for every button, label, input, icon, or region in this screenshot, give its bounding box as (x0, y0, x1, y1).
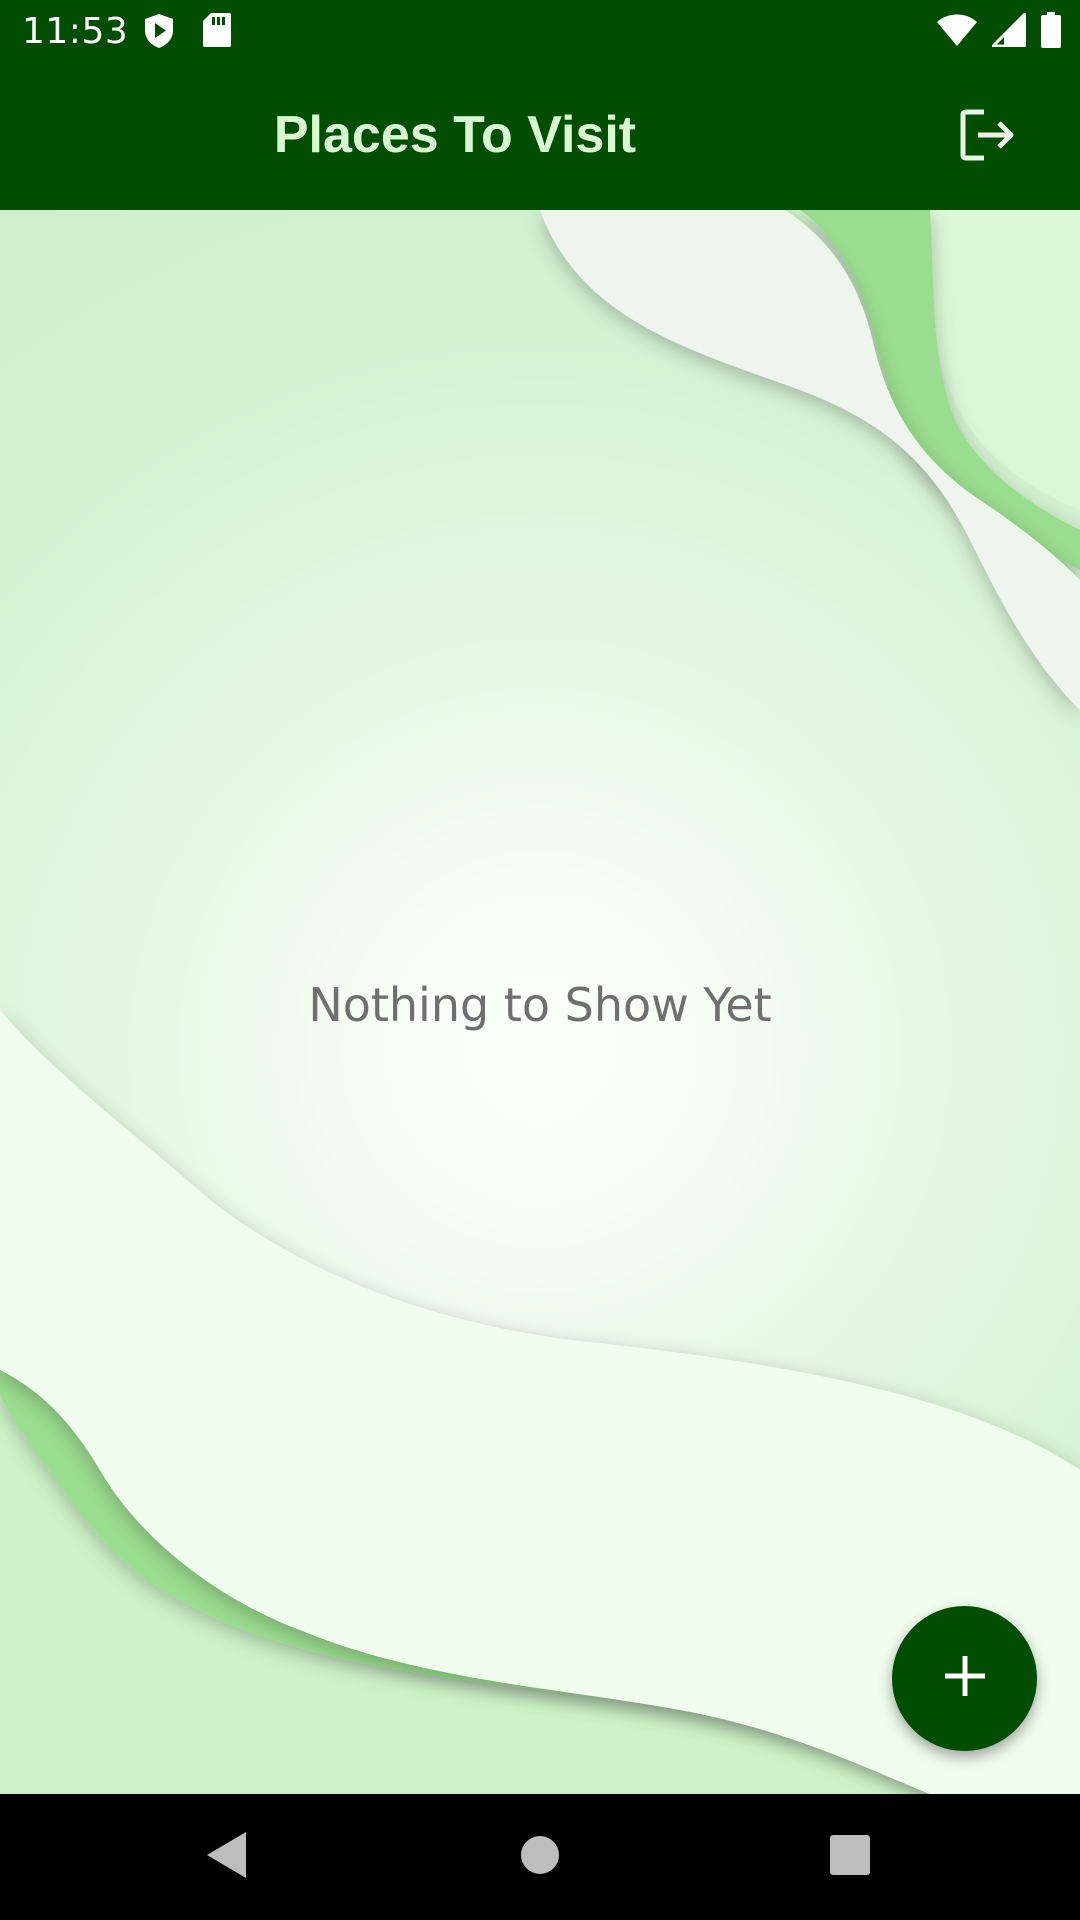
sd-card-icon (202, 12, 232, 55)
wifi-icon (936, 13, 978, 52)
plus-icon (943, 1654, 987, 1703)
logout-button[interactable] (956, 105, 1020, 169)
home-icon (519, 1834, 561, 1881)
recents-icon (829, 1834, 871, 1881)
shield-play-icon (142, 12, 176, 55)
empty-state-message: Nothing to Show Yet (308, 978, 772, 1032)
nav-back-button[interactable] (196, 1827, 256, 1887)
app-bar: Places To Visit (0, 63, 1080, 210)
app-screen: 11:53 Places To Visit Nothing to Show Ye… (0, 0, 1080, 1920)
battery-icon (1040, 12, 1062, 53)
back-icon (204, 1830, 248, 1885)
main-content: Nothing to Show Yet (0, 210, 1080, 1794)
page-title: Places To Visit (273, 106, 637, 164)
status-bar: 11:53 (0, 0, 1080, 63)
signal-icon (989, 10, 1027, 52)
nav-home-button[interactable] (510, 1827, 570, 1887)
add-place-button[interactable] (892, 1606, 1037, 1751)
status-left-icons (142, 12, 232, 55)
status-time: 11:53 (22, 11, 129, 52)
logout-icon (960, 109, 1016, 166)
system-nav-bar (0, 1794, 1080, 1920)
nav-recents-button[interactable] (820, 1827, 880, 1887)
status-right-icons (936, 10, 1062, 53)
